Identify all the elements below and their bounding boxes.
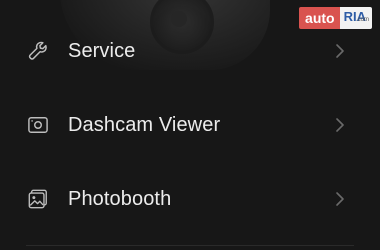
dashcam-icon [26, 113, 50, 137]
menu-item-dashcam-viewer[interactable]: Dashcam Viewer [0, 97, 380, 153]
menu-item-label: Dashcam Viewer [68, 113, 221, 136]
wrench-icon [26, 39, 50, 63]
chevron-right-icon [334, 190, 346, 208]
menu-item-photobooth[interactable]: Photobooth [0, 171, 380, 227]
menu-item-service[interactable]: Service [0, 23, 380, 79]
menu-item-label: Service [68, 39, 136, 62]
chevron-right-icon [334, 116, 346, 134]
chevron-right-icon [334, 42, 346, 60]
menu-item-label: Photobooth [68, 187, 172, 210]
photobooth-icon [26, 187, 50, 211]
divider [26, 245, 354, 246]
